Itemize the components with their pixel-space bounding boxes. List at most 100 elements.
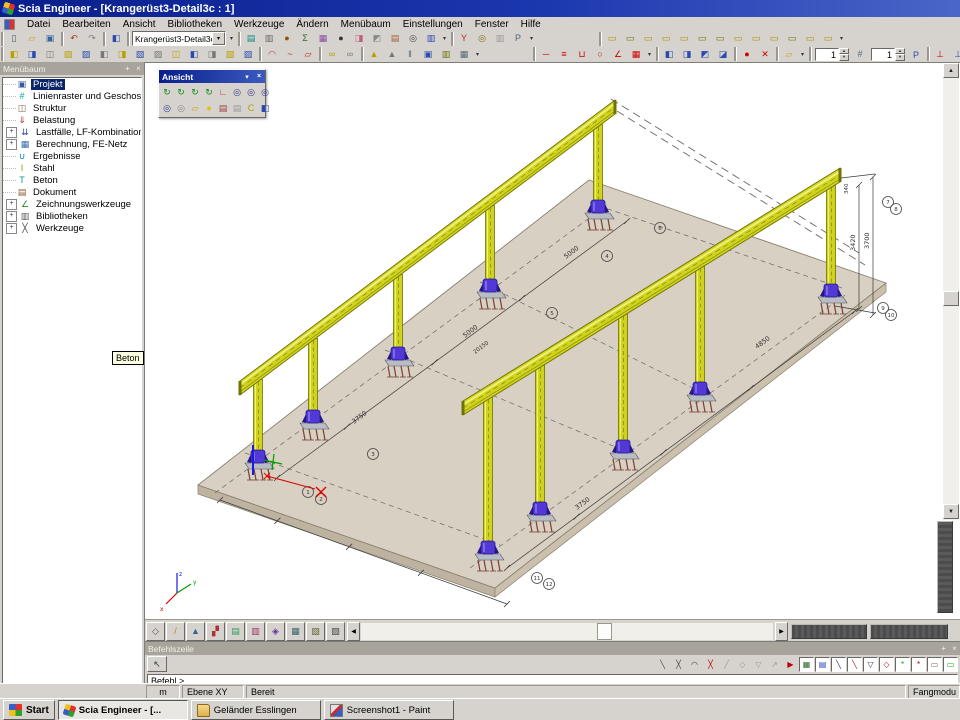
clipboard-button[interactable]: ▦ (314, 31, 332, 46)
grid-button[interactable]: ▦ (455, 47, 473, 62)
undo-button[interactable]: ↶ (65, 31, 83, 46)
view-c-button[interactable]: C (244, 100, 258, 116)
redo-button[interactable]: ↷ (83, 31, 101, 46)
command-pin-icon[interactable]: + (938, 643, 949, 654)
snap-arc-button[interactable]: ◠ (687, 657, 702, 672)
snap-edge-button[interactable]: ▭ (927, 657, 942, 672)
start-button[interactable]: Start (3, 700, 55, 720)
select-filter-button[interactable]: ◨ (113, 47, 131, 62)
view-back-button[interactable]: ▭ (621, 31, 639, 46)
segment-dropdown[interactable]: ▾ (798, 48, 807, 61)
menu-item-datei[interactable]: Datei (21, 18, 56, 31)
track-d-button[interactable]: ↗ (767, 657, 782, 672)
render-button[interactable]: ● (278, 31, 296, 46)
expand-icon[interactable]: + (6, 223, 17, 234)
expand-icon[interactable]: + (6, 199, 17, 210)
rotate-bar-2[interactable] (870, 624, 948, 639)
support-hinged-button[interactable]: ⊥ (949, 47, 960, 62)
view-params-button[interactable]: ◧ (258, 100, 272, 116)
line-grid-button[interactable]: ▤ (815, 657, 830, 672)
rotate-free-button[interactable]: ↻ (202, 84, 216, 100)
select-beam-button[interactable]: ▧ (131, 47, 149, 62)
line-button[interactable]: ─ (537, 47, 555, 62)
select-all-button[interactable]: ◧ (5, 47, 23, 62)
rotate-z-button[interactable]: ↻ (188, 84, 202, 100)
select-prev-button[interactable]: ▧ (59, 47, 77, 62)
select-support-button[interactable]: ◧ (185, 47, 203, 62)
expand-icon[interactable]: + (6, 211, 17, 222)
close-project-button[interactable]: ◧ (107, 31, 125, 46)
sidebar-item-belastung[interactable]: ⇓Belastung (3, 114, 141, 126)
cursor-flag-button[interactable]: ▶ (783, 657, 798, 672)
circle-button[interactable]: ○ (591, 47, 609, 62)
view-point-button[interactable]: ◇ (146, 622, 165, 641)
title-bar[interactable]: Scia Engineer - [Krangerüst3-Detail3c : … (0, 0, 960, 17)
calculation-button[interactable]: Σ (296, 31, 314, 46)
sidebar-item-berechnung--fe-netz[interactable]: +▦Berechnung, FE-Netz (3, 138, 141, 150)
table-button[interactable]: ▥ (491, 31, 509, 46)
plane-cell[interactable]: Ebene XY (182, 685, 244, 699)
project-more-dropdown[interactable]: ▾ (227, 32, 236, 45)
print-data-button[interactable]: ▥ (260, 31, 278, 46)
view-axo-button[interactable]: ▭ (711, 31, 729, 46)
view-save-button[interactable]: ▭ (765, 31, 783, 46)
sidebar-item-linienraster-und-geschosse[interactable]: #Linienraster und Geschosse (3, 90, 141, 102)
select-type-button[interactable]: ◧ (95, 47, 113, 62)
view-bottom-button[interactable]: ▭ (693, 31, 711, 46)
select-invert-button[interactable]: ◫ (41, 47, 59, 62)
zoom-selection-button[interactable]: ◎ (174, 100, 188, 116)
ansicht-dropdown-icon[interactable]: ▾ (241, 73, 253, 81)
protocol-button[interactable]: P (509, 31, 527, 46)
layer-spinner[interactable]: 1 ▲▼ (871, 48, 905, 61)
user-view-button[interactable]: P (907, 48, 925, 63)
rotate-vertical-bar[interactable] (937, 521, 953, 613)
scroll-right-icon[interactable]: ▶ (775, 622, 788, 641)
raster-button[interactable]: ▦ (627, 47, 645, 62)
segment-dropdown[interactable]: ▾ (527, 32, 536, 45)
shade-mode-button[interactable]: ▲ (186, 622, 205, 641)
snap-intersect-button[interactable]: ◇ (879, 657, 894, 672)
segment-dropdown[interactable]: ▾ (440, 32, 449, 45)
view-front-button[interactable]: ▭ (603, 31, 621, 46)
taskbar-task-scia[interactable]: Scia Engineer - [... (58, 700, 188, 720)
paste-geom-button[interactable]: ◨ (678, 47, 696, 62)
wizard-button[interactable]: Y (455, 31, 473, 46)
horizontal-scroll-thumb[interactable] (597, 623, 612, 640)
view-axo2-button[interactable]: ▭ (729, 31, 747, 46)
snap-cross-button[interactable]: ╳ (671, 657, 686, 672)
snap-line-button[interactable]: ╲ (655, 657, 670, 672)
sidebar-item-zeichnungswerkzeuge[interactable]: +∠Zeichnungswerkzeuge (3, 198, 141, 210)
layers-view-button[interactable]: ▦ (286, 622, 305, 641)
move-up-button[interactable]: ▲ (365, 47, 383, 62)
dot-grid-button[interactable]: ▦ (799, 657, 814, 672)
copy-geom-button[interactable]: ◧ (660, 47, 678, 62)
menu-tree-pin-icon[interactable]: + (122, 63, 133, 74)
new-button[interactable]: ▯ (5, 31, 23, 46)
expand-icon[interactable]: + (6, 139, 17, 150)
align-button[interactable]: ‖ (401, 47, 419, 62)
project-data-button[interactable]: ▤ (242, 31, 260, 46)
sidebar-item-dokument[interactable]: ▤Dokument (3, 186, 141, 198)
command-close-icon[interactable]: × (949, 643, 960, 654)
snap-delete-button[interactable]: ╳ (703, 657, 718, 672)
snap-mid-button[interactable]: ╲ (831, 657, 846, 672)
lasso-button[interactable]: ◠ (263, 47, 281, 62)
sidebar-item-lastf-lle--lf-kombinationen[interactable]: +⇊Lastfälle, LF-Kombinationen (3, 126, 141, 138)
track-c-button[interactable]: ▽ (751, 657, 766, 672)
window-new-button[interactable]: ◩ (368, 31, 386, 46)
ansicht-close-icon[interactable]: × (253, 73, 265, 80)
menu-item-werkzeuge[interactable]: Werkzeuge (228, 18, 290, 31)
dimension-button[interactable]: ⊔ (573, 47, 591, 62)
select-load-button[interactable]: ◨ (203, 47, 221, 62)
segment-dropdown[interactable]: ▾ (645, 48, 654, 61)
zoom-out-button[interactable]: ◎ (244, 84, 258, 100)
select-node-button[interactable]: ▨ (149, 47, 167, 62)
move-down-button[interactable]: ▲ (383, 47, 401, 62)
activity-spinner[interactable]: 1 ▲▼ (815, 48, 849, 61)
zoom-window-button[interactable]: ◎ (258, 84, 272, 100)
link-off-button[interactable]: ∞ (341, 47, 359, 62)
view-next-button[interactable]: ▭ (819, 31, 837, 46)
zoom-all-button[interactable]: ◎ (160, 100, 174, 116)
view-load-button[interactable]: ▭ (783, 31, 801, 46)
rotate-y-button[interactable]: ↻ (174, 84, 188, 100)
